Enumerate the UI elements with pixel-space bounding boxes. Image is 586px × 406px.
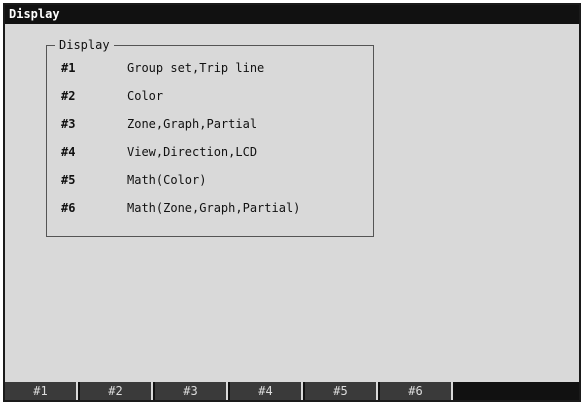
menu-item-1[interactable]: #1 Group set,Trip line (47, 58, 373, 78)
softkey-4[interactable]: #4 (230, 382, 303, 400)
menu-item-5[interactable]: #5 Math(Color) (47, 170, 373, 190)
softkey-2[interactable]: #2 (80, 382, 153, 400)
display-screen: Display Display #1 Group set,Trip line #… (3, 3, 581, 402)
softkey-6[interactable]: #6 (380, 382, 453, 400)
menu-item-number: #6 (61, 201, 76, 215)
softkey-bar: #1 #2 #3 #4 #5 #6 (5, 382, 579, 400)
menu-item-number: #3 (61, 117, 76, 131)
softkey-5[interactable]: #5 (305, 382, 378, 400)
menu-item-number: #5 (61, 173, 76, 187)
menu-item-label: Math(Color) (127, 173, 207, 187)
display-menu-group: Display #1 Group set,Trip line #2 Color … (46, 37, 374, 237)
menu-item-number: #4 (61, 145, 76, 159)
menu-item-6[interactable]: #6 Math(Zone,Graph,Partial) (47, 198, 373, 218)
menu-item-label: Zone,Graph,Partial (127, 117, 258, 131)
menu-item-4[interactable]: #4 View,Direction,LCD (47, 142, 373, 162)
menu-item-number: #1 (61, 61, 76, 75)
menu-item-3[interactable]: #3 Zone,Graph,Partial (47, 114, 373, 134)
softkey-1[interactable]: #1 (5, 382, 78, 400)
menu-item-label: Group set,Trip line (127, 61, 265, 75)
menu-item-number: #2 (61, 89, 76, 103)
menu-item-label: Math(Zone,Graph,Partial) (127, 201, 301, 215)
menu-item-2[interactable]: #2 Color (47, 86, 373, 106)
group-legend: Display (55, 37, 114, 53)
screen-title: Display (5, 5, 579, 24)
menu-item-label: View,Direction,LCD (127, 145, 258, 159)
softkey-3[interactable]: #3 (155, 382, 228, 400)
menu-item-label: Color (127, 89, 164, 103)
